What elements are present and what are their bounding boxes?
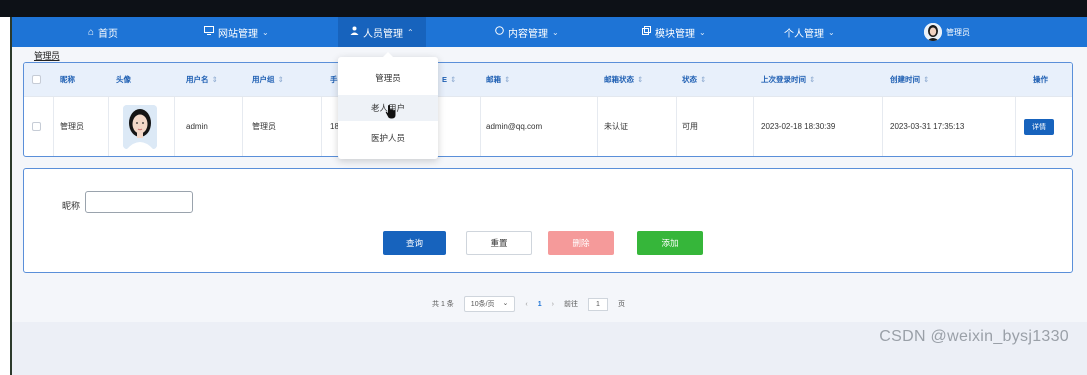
watermark: CSDN @weixin_bysj1330 bbox=[879, 328, 1069, 345]
nickname-label: 昵称 bbox=[62, 201, 81, 211]
menu-item-admin[interactable]: 管理员 bbox=[338, 65, 438, 91]
page-size-select[interactable]: 10条/页 ⌄ bbox=[463, 296, 516, 312]
nav-item-label: 个人管理 bbox=[784, 28, 824, 40]
chevron-down-icon: ⌄ bbox=[828, 27, 835, 37]
window-top-bar bbox=[0, 0, 1087, 17]
sort-icon: ⇕ bbox=[277, 75, 284, 84]
user-name-label: 管理员 bbox=[946, 27, 970, 37]
avatar bbox=[924, 23, 942, 41]
data-table: 昵称 头像 用户名 ⇕ 用户组 ⇕ 手 E ⇕ 邮箱 ⇕ 邮箱状态 ⇕ 状态 ⇕ 上次登录时… bbox=[23, 62, 1073, 157]
nav-item-site-management[interactable]: 网站管理 ⌄ bbox=[204, 17, 269, 47]
nav-item-personnel-management[interactable]: 人员管理 ⌃ bbox=[338, 17, 426, 47]
cell-username: admin bbox=[186, 122, 208, 131]
hand-cursor-icon bbox=[385, 105, 397, 122]
select-all-checkbox[interactable] bbox=[32, 63, 41, 96]
column-header-nickname: 昵称 bbox=[60, 75, 75, 84]
nav-item-label: 内容管理 bbox=[508, 28, 548, 40]
sort-icon: ⇕ bbox=[504, 75, 511, 84]
column-header-username[interactable]: 用户名 ⇕ bbox=[186, 63, 218, 96]
sort-icon: ⇕ bbox=[450, 75, 457, 84]
cell-nickname: 管理员 bbox=[60, 122, 84, 131]
nav-item-label: 网站管理 bbox=[218, 28, 258, 40]
chevron-up-icon: ⌃ bbox=[407, 27, 414, 37]
page-title: 管理员 bbox=[34, 51, 60, 61]
chevron-down-icon: ⌄ bbox=[502, 300, 509, 307]
window-left-edge bbox=[0, 17, 12, 375]
chat-icon bbox=[495, 26, 504, 38]
delete-button[interactable]: 删除 bbox=[548, 231, 614, 255]
top-nav: ⌂ 首页 网站管理 ⌄ 人员管理 ⌃ 内容管理 ⌄ 模块管理 ⌄ 个人管理 ⌄ … bbox=[12, 17, 1087, 47]
column-header-created[interactable]: 创建时间 ⇕ bbox=[890, 63, 929, 96]
avatar-image bbox=[123, 104, 157, 149]
cell-group: 管理员 bbox=[252, 122, 276, 131]
query-button[interactable]: 查询 bbox=[383, 231, 446, 255]
row-checkbox[interactable] bbox=[32, 97, 41, 156]
cell-status: 可用 bbox=[682, 122, 698, 131]
add-button[interactable]: 添加 bbox=[637, 231, 703, 255]
monitor-icon bbox=[204, 26, 214, 38]
home-icon: ⌂ bbox=[88, 26, 95, 38]
sort-icon: ⇕ bbox=[700, 75, 707, 84]
pagination: 共 1 条 10条/页 ⌄ ‹ 1 › 前往 1 页 bbox=[432, 296, 625, 312]
nav-item-content-management[interactable]: 内容管理 ⌄ bbox=[495, 17, 559, 47]
column-header-phone[interactable]: 手 bbox=[330, 63, 338, 96]
next-page-button[interactable]: › bbox=[552, 301, 554, 308]
sort-icon: ⇕ bbox=[809, 75, 816, 84]
table-header: 昵称 头像 用户名 ⇕ 用户组 ⇕ 手 E ⇕ 邮箱 ⇕ 邮箱状态 ⇕ 状态 ⇕ 上次登录时… bbox=[24, 63, 1072, 96]
sort-icon: ⇕ bbox=[211, 75, 218, 84]
app-container: ⌂ 首页 网站管理 ⌄ 人员管理 ⌃ 内容管理 ⌄ 模块管理 ⌄ 个人管理 ⌄ … bbox=[12, 17, 1087, 375]
nav-item-home[interactable]: ⌂ 首页 bbox=[88, 17, 118, 47]
nav-item-module-management[interactable]: 模块管理 ⌄ bbox=[642, 17, 706, 47]
nickname-search-input[interactable] bbox=[85, 191, 193, 213]
goto-label: 前往 bbox=[564, 301, 578, 308]
column-header-email[interactable]: 邮箱 ⇕ bbox=[486, 63, 510, 96]
search-panel: 昵称 查询 重置 删除 添加 bbox=[23, 168, 1073, 273]
sort-icon: ⇕ bbox=[923, 75, 930, 84]
detail-button[interactable]: 详情 bbox=[1024, 118, 1054, 135]
chevron-down-icon: ⌄ bbox=[262, 27, 269, 37]
column-header-email-status[interactable]: 邮箱状态 ⇕ bbox=[604, 63, 643, 96]
table-row: 管理员 admin 管理员 18 admin@qq.com 未认证 可用 202… bbox=[24, 96, 1072, 156]
column-header-last-login[interactable]: 上次登录时间 ⇕ bbox=[761, 63, 815, 96]
column-header-action: 操作 bbox=[1033, 75, 1048, 84]
nav-item-personal-management[interactable]: 个人管理 ⌄ bbox=[784, 17, 835, 47]
cell-action: 详情 bbox=[1024, 97, 1054, 156]
column-header-e[interactable]: E ⇕ bbox=[442, 63, 456, 96]
cell-last-login: 2023-02-18 18:30:39 bbox=[761, 122, 836, 131]
nav-item-label: 首页 bbox=[98, 28, 119, 40]
chevron-down-icon: ⌄ bbox=[552, 27, 559, 37]
column-header-avatar: 头像 bbox=[116, 75, 131, 84]
column-header-status[interactable]: 状态 ⇕ bbox=[682, 63, 706, 96]
sort-icon: ⇕ bbox=[637, 75, 644, 84]
chevron-down-icon: ⌄ bbox=[699, 27, 706, 37]
user-icon bbox=[350, 26, 359, 38]
total-count: 共 1 条 bbox=[432, 301, 454, 308]
nav-item-user-profile[interactable]: 管理员 bbox=[924, 17, 970, 47]
nav-item-label: 人员管理 bbox=[363, 28, 403, 40]
cell-email-status: 未认证 bbox=[604, 122, 628, 131]
page-unit-label: 页 bbox=[618, 301, 625, 308]
prev-page-button[interactable]: ‹ bbox=[525, 301, 527, 308]
cell-created: 2023-03-31 17:35:13 bbox=[890, 122, 965, 131]
page-number[interactable]: 1 bbox=[538, 301, 542, 308]
cell-avatar bbox=[123, 97, 157, 156]
menu-item-medical-staff[interactable]: 医护人员 bbox=[338, 125, 438, 151]
nav-item-label: 模块管理 bbox=[655, 28, 695, 40]
reset-button[interactable]: 重置 bbox=[466, 231, 532, 255]
goto-page-input[interactable]: 1 bbox=[588, 297, 608, 311]
cell-email: admin@qq.com bbox=[486, 122, 543, 131]
column-header-group[interactable]: 用户组 ⇕ bbox=[252, 63, 284, 96]
copy-icon bbox=[642, 26, 651, 38]
